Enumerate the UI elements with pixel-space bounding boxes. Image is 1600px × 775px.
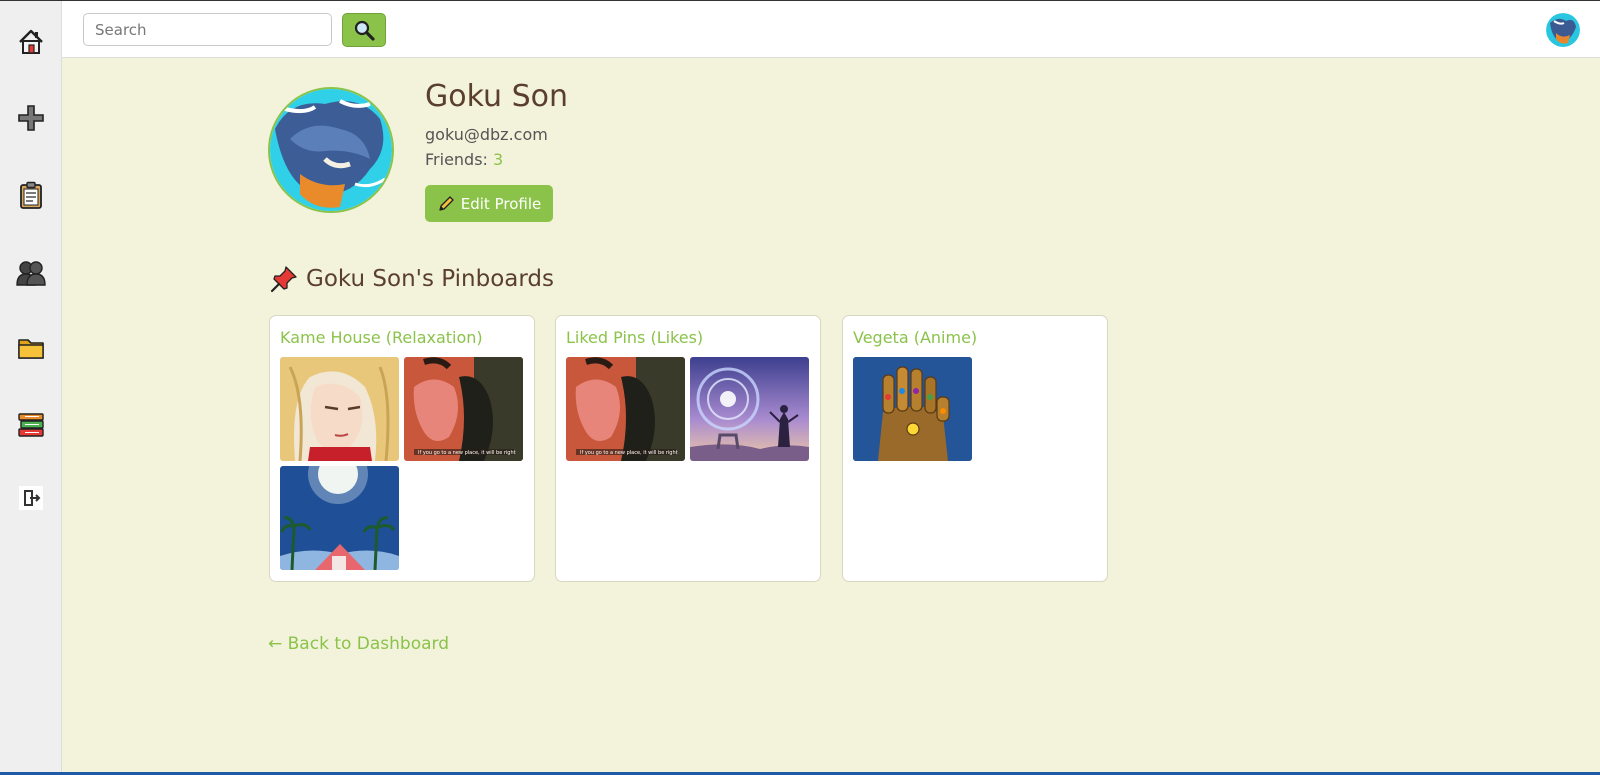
friends-label: Friends: <box>425 150 494 169</box>
profile-friends: Friends: 3 <box>425 150 503 169</box>
lofi-anime-couple-image: If you go to a new place, it will be rig… <box>404 357 523 461</box>
pencil-icon <box>439 195 454 211</box>
logout-icon <box>19 486 43 510</box>
svg-text:If you go to a new place, it w: If you go to a new place, it will be rig… <box>580 450 678 456</box>
pinboard-card[interactable]: Vegeta (Anime) <box>842 315 1108 582</box>
friends-count[interactable]: 3 <box>493 150 503 169</box>
profile-avatar <box>268 87 394 213</box>
pinboard-title[interactable]: Kame House (Relaxation) <box>280 328 483 347</box>
sidebar-item-clipboard[interactable] <box>15 179 47 211</box>
profile-name: Goku Son <box>425 79 569 114</box>
plus-icon <box>18 105 44 131</box>
pin-thumbnail[interactable] <box>690 357 809 461</box>
search-input[interactable] <box>83 13 332 46</box>
sidebar-item-friends[interactable] <box>15 257 47 289</box>
sidebar-item-home[interactable] <box>15 26 47 58</box>
blonde-anime-woman-image <box>280 357 399 461</box>
search-button[interactable] <box>342 13 386 47</box>
folder-icon <box>18 339 44 359</box>
fantasy-portal-girl-image <box>690 357 809 461</box>
pinboard-title[interactable]: Liked Pins (Likes) <box>566 328 703 347</box>
sidebar-item-library[interactable] <box>15 409 47 441</box>
sidebar-item-create[interactable] <box>15 102 47 134</box>
avatar-image <box>1546 13 1580 47</box>
profile-avatar-image <box>270 89 392 211</box>
infinity-gauntlet-image <box>853 357 972 461</box>
magnifier-icon <box>354 20 375 41</box>
back-to-dashboard-link[interactable]: ← Back to Dashboard <box>268 634 449 654</box>
pin-thumbnail[interactable]: If you go to a new place, it will be rig… <box>404 357 523 461</box>
pinboards-title: Goku Son's Pinboards <box>306 266 554 292</box>
sidebar-item-folder[interactable] <box>15 332 47 364</box>
edit-profile-label: Edit Profile <box>460 194 542 213</box>
edit-profile-button[interactable]: Edit Profile <box>425 185 553 222</box>
profile-email: goku@dbz.com <box>425 125 548 144</box>
svg-text:If you go to a new place, it w: If you go to a new place, it will be rig… <box>418 450 516 456</box>
books-icon <box>18 413 44 437</box>
user-avatar[interactable] <box>1546 13 1580 47</box>
pinboards-heading: Goku Son's Pinboards <box>270 265 554 293</box>
sidebar-item-logout[interactable] <box>15 482 47 514</box>
kame-house-night-image <box>280 466 399 570</box>
pushpin-icon <box>270 266 297 293</box>
pin-thumbnail[interactable]: If you go to a new place, it will be rig… <box>566 357 685 461</box>
home-icon <box>19 29 43 54</box>
pinboard-card[interactable]: Kame House (Relaxation) If you go to a n… <box>269 315 535 582</box>
pinboard-card[interactable]: Liked Pins (Likes) If you go to a new pl… <box>555 315 821 582</box>
lofi-anime-couple-image: If you go to a new place, it will be rig… <box>566 357 685 461</box>
pin-thumbnail[interactable] <box>280 357 399 461</box>
clipboard-icon <box>20 181 42 209</box>
pin-thumbnail[interactable] <box>853 357 972 461</box>
pin-thumbnail[interactable] <box>280 466 399 570</box>
sidebar <box>0 1 62 772</box>
top-bar <box>62 1 1600 58</box>
people-icon <box>16 261 46 286</box>
pinboard-title[interactable]: Vegeta (Anime) <box>853 328 977 347</box>
